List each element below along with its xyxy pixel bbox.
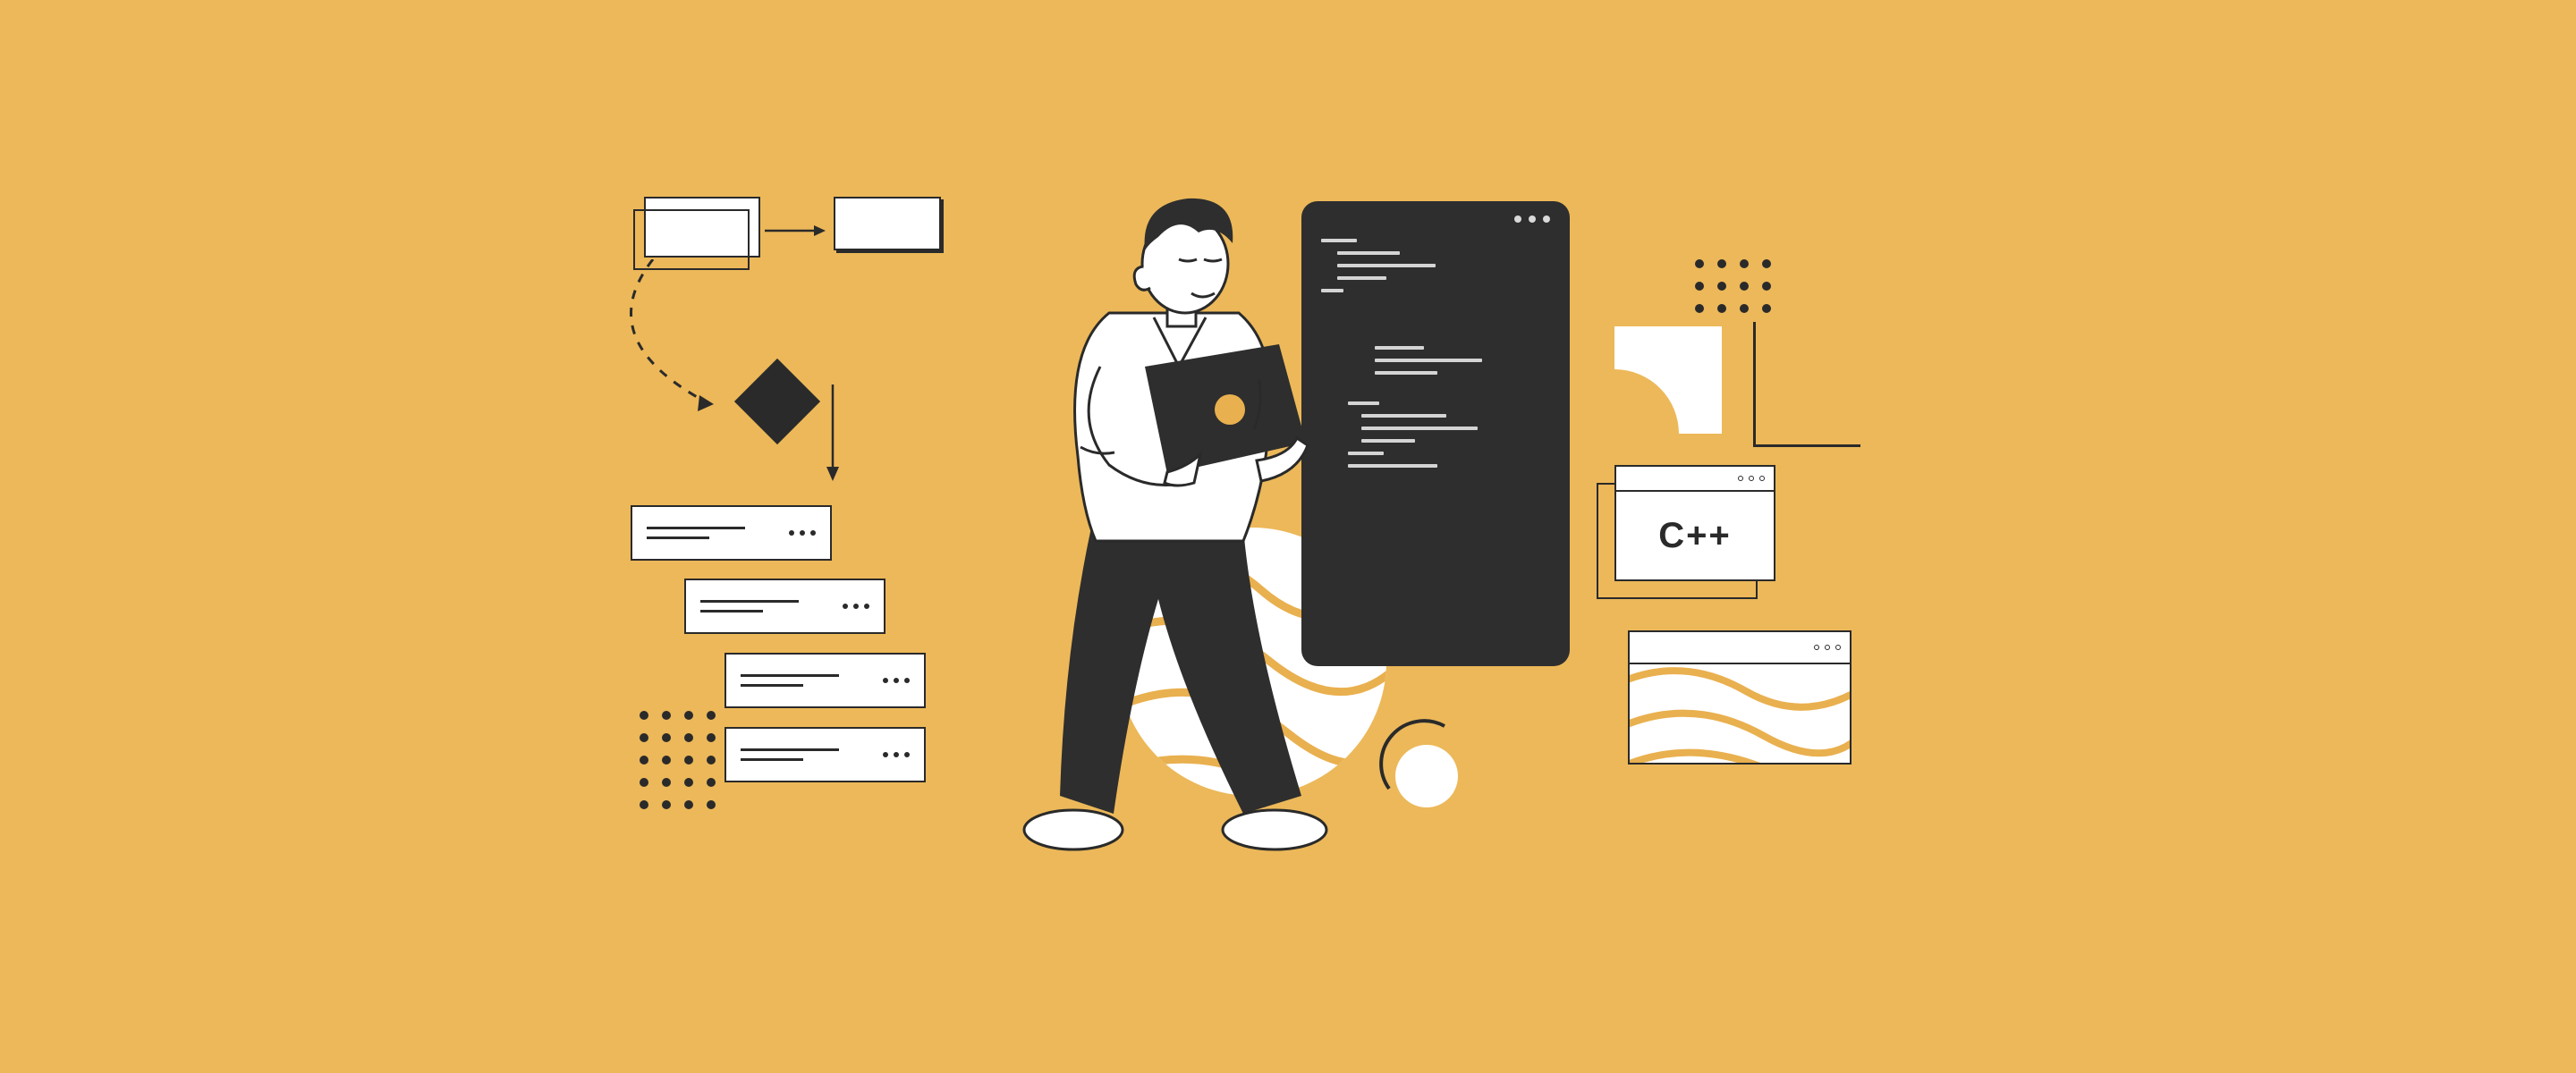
circle-arc-shape bbox=[1373, 715, 1471, 814]
illustration-stage: C++ bbox=[474, 197, 2102, 876]
list-card-1 bbox=[631, 505, 832, 561]
flow-box-2 bbox=[834, 197, 941, 250]
angle-bracket-shape bbox=[1753, 322, 1860, 447]
list-card-4 bbox=[724, 727, 926, 782]
arrow-down-icon bbox=[823, 384, 843, 483]
list-card-2 bbox=[684, 579, 886, 634]
dashed-curve-arrow-icon bbox=[599, 259, 760, 420]
dot-grid-left bbox=[640, 711, 716, 809]
person-with-laptop bbox=[975, 188, 1386, 867]
quarter-cutout-shape bbox=[1614, 326, 1722, 434]
wavy-texture-card bbox=[1628, 630, 1852, 765]
cpp-label: C++ bbox=[1616, 492, 1774, 579]
wavy-card-controls-icon bbox=[1628, 632, 1852, 664]
dot-grid-right bbox=[1695, 259, 1771, 313]
cpp-window: C++ bbox=[1614, 465, 1775, 581]
list-card-3 bbox=[724, 653, 926, 708]
cpp-window-controls-icon bbox=[1616, 467, 1774, 492]
arrow-right-icon bbox=[765, 222, 827, 240]
